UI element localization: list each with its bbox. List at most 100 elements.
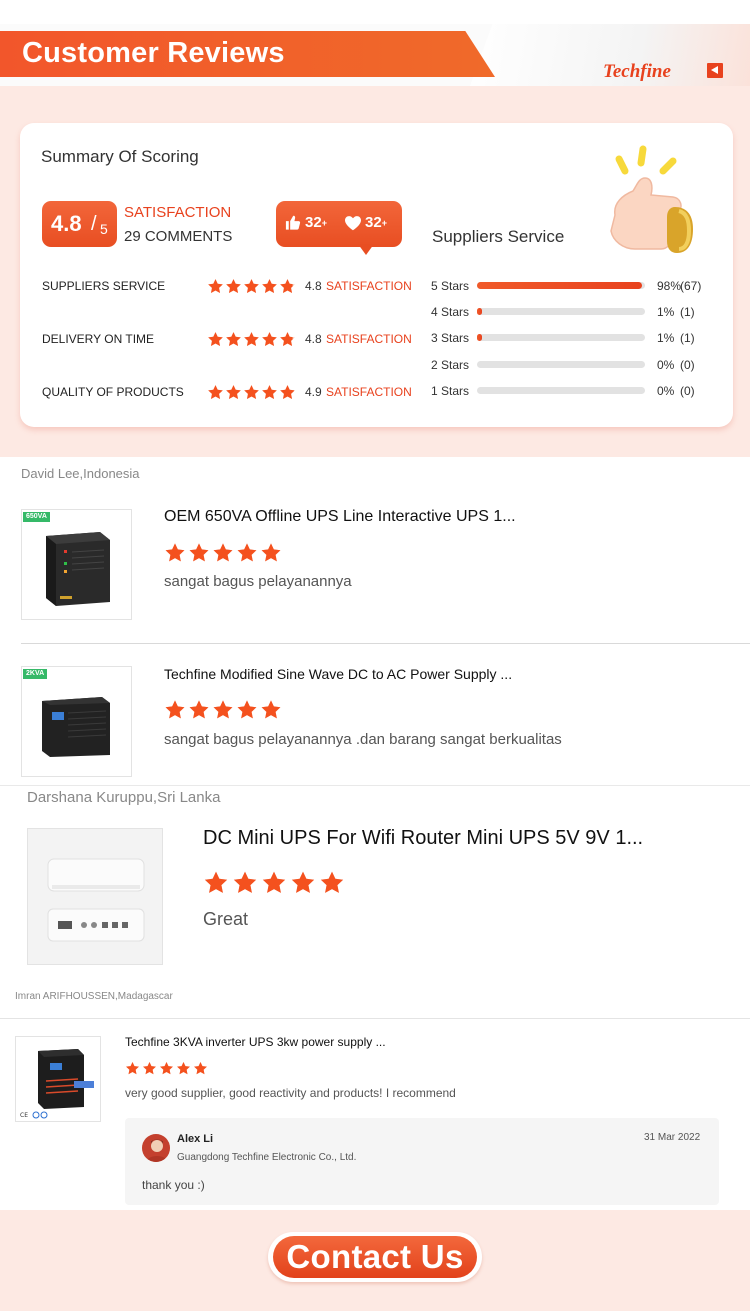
mini-ups-product-image bbox=[47, 858, 145, 942]
hearts-count: 32 bbox=[365, 214, 382, 231]
divider bbox=[0, 785, 750, 786]
brand-logo: Techfine bbox=[603, 61, 671, 82]
star-icon bbox=[244, 332, 259, 346]
star-icon bbox=[126, 1061, 139, 1075]
dist-bar-fill bbox=[477, 282, 642, 289]
reply-company: Guangdong Techfine Electronic Co., Ltd. bbox=[177, 1152, 357, 1163]
capacity-tag: 650VA bbox=[23, 512, 50, 522]
product-title[interactable]: Techfine Modified Sine Wave DC to AC Pow… bbox=[164, 666, 724, 682]
star-icon bbox=[208, 332, 223, 346]
star-icon bbox=[213, 700, 233, 719]
seller-reply: Alex Li Guangdong Techfine Electronic Co… bbox=[125, 1118, 719, 1205]
review-rating-stars bbox=[164, 699, 284, 721]
dist-percent: 98% bbox=[657, 279, 682, 293]
star-icon bbox=[226, 385, 241, 399]
metric-value: 4.8 bbox=[305, 279, 322, 293]
product-thumbnail[interactable]: 2KVA bbox=[21, 666, 132, 777]
contact-footer: Contact Us bbox=[0, 1210, 750, 1311]
star-icon bbox=[204, 871, 228, 893]
ups-product-image bbox=[46, 532, 110, 606]
heart-icon bbox=[345, 215, 361, 230]
ups-product-image bbox=[42, 697, 110, 757]
dist-bar-4-stars bbox=[477, 308, 645, 315]
contact-button-frame: Contact Us bbox=[268, 1232, 482, 1282]
star-icon bbox=[226, 279, 241, 293]
product-thumbnail[interactable] bbox=[27, 828, 163, 965]
play-icon[interactable] bbox=[707, 63, 723, 78]
star-icon bbox=[262, 279, 277, 293]
star-icon bbox=[261, 543, 281, 562]
star-icon bbox=[244, 385, 259, 399]
metric-value: 4.9 bbox=[305, 385, 322, 399]
review-text: Great bbox=[203, 909, 249, 929]
star-icon bbox=[237, 700, 257, 719]
review-text: sangat bagus pelayanannya .dan barang sa… bbox=[164, 731, 562, 748]
dist-label: 1 Stars bbox=[431, 384, 470, 398]
dist-label: 3 Stars bbox=[431, 331, 470, 345]
star-icon bbox=[160, 1061, 173, 1075]
star-icon bbox=[320, 871, 344, 893]
likes-bubble: 32 + 32 + bbox=[276, 201, 402, 255]
star-icon bbox=[244, 279, 259, 293]
product-title[interactable]: OEM 650VA Offline UPS Line Interactive U… bbox=[164, 508, 724, 526]
review-text: very good supplier, good reactivity and … bbox=[125, 1086, 456, 1100]
star-icon bbox=[233, 871, 257, 893]
metric-stars-delivery-on-time bbox=[207, 331, 297, 348]
product-title[interactable]: DC Mini UPS For Wifi Router Mini UPS 5V … bbox=[203, 827, 723, 850]
product-thumbnail[interactable]: 650VA bbox=[21, 509, 132, 620]
star-icon bbox=[208, 279, 223, 293]
metric-stars-quality-of-products bbox=[207, 384, 297, 401]
dist-percent: 0% bbox=[657, 358, 675, 372]
dist-count: (67) bbox=[680, 279, 702, 293]
metric-label-delivery-on-time: DELIVERY ON TIME bbox=[42, 332, 155, 346]
dist-count: (0) bbox=[680, 358, 695, 372]
star-icon bbox=[189, 700, 209, 719]
star-icon bbox=[262, 332, 277, 346]
divider bbox=[21, 643, 750, 644]
contact-us-button[interactable]: Contact Us bbox=[273, 1236, 477, 1278]
star-icon bbox=[143, 1061, 156, 1075]
star-icon bbox=[280, 385, 295, 399]
dist-bar-5-stars bbox=[477, 282, 645, 289]
reviewer-name: Imran ARIFHOUSSEN,Madagascar bbox=[15, 991, 173, 1002]
hearts-plus: + bbox=[381, 217, 387, 228]
comments-count: 29 COMMENTS bbox=[124, 228, 233, 245]
summary-section: Customer Reviews Techfine Summary Of Sco… bbox=[0, 0, 750, 457]
star-icon bbox=[165, 543, 185, 562]
dist-bar-3-stars bbox=[477, 334, 645, 341]
avatar bbox=[142, 1134, 170, 1162]
metric-unit: SATISFACTION bbox=[326, 332, 412, 346]
metric-unit: SATISFACTION bbox=[326, 279, 412, 293]
thumbs-up-icon bbox=[285, 215, 301, 230]
star-icon bbox=[291, 871, 315, 893]
thumbs-up-illustration bbox=[610, 145, 693, 253]
inverter-product-image: CE bbox=[20, 1049, 94, 1119]
product-thumbnail[interactable]: CE bbox=[15, 1036, 101, 1122]
reply-date: 31 Mar 2022 bbox=[644, 1132, 701, 1143]
product-title[interactable]: Techfine 3KVA inverter UPS 3kw power sup… bbox=[125, 1035, 705, 1049]
likes-count: 32 bbox=[305, 214, 322, 231]
metric-stars-suppliers-service bbox=[207, 278, 297, 295]
reply-author-name: Alex Li bbox=[177, 1133, 214, 1145]
reviewer-name: Darshana Kuruppu,Sri Lanka bbox=[27, 789, 221, 806]
review-text: sangat bagus pelayanannya bbox=[164, 573, 352, 590]
dist-percent: 0% bbox=[657, 384, 675, 398]
metric-label-quality-of-products: QUALITY OF PRODUCTS bbox=[42, 385, 184, 399]
star-icon bbox=[194, 1061, 207, 1075]
likes-item: 32 + bbox=[284, 214, 327, 231]
svg-text:CE: CE bbox=[20, 1112, 28, 1119]
capacity-tag: 2KVA bbox=[23, 669, 48, 679]
reply-text: thank you :) bbox=[142, 1178, 205, 1192]
review-rating-stars bbox=[203, 870, 348, 896]
suppliers-service-title: Suppliers Service bbox=[432, 227, 565, 246]
star-icon bbox=[280, 332, 295, 346]
avatar-image bbox=[142, 1134, 170, 1162]
satisfaction-label: SATISFACTION bbox=[124, 204, 232, 221]
star-icon bbox=[261, 700, 281, 719]
score-max: 5 bbox=[100, 221, 108, 237]
metric-unit: SATISFACTION bbox=[326, 385, 412, 399]
summary-title: Summary Of Scoring bbox=[41, 147, 199, 166]
dist-label: 4 Stars bbox=[431, 305, 470, 319]
dist-percent: 1% bbox=[657, 331, 675, 345]
dist-label: 2 Stars bbox=[431, 358, 470, 372]
